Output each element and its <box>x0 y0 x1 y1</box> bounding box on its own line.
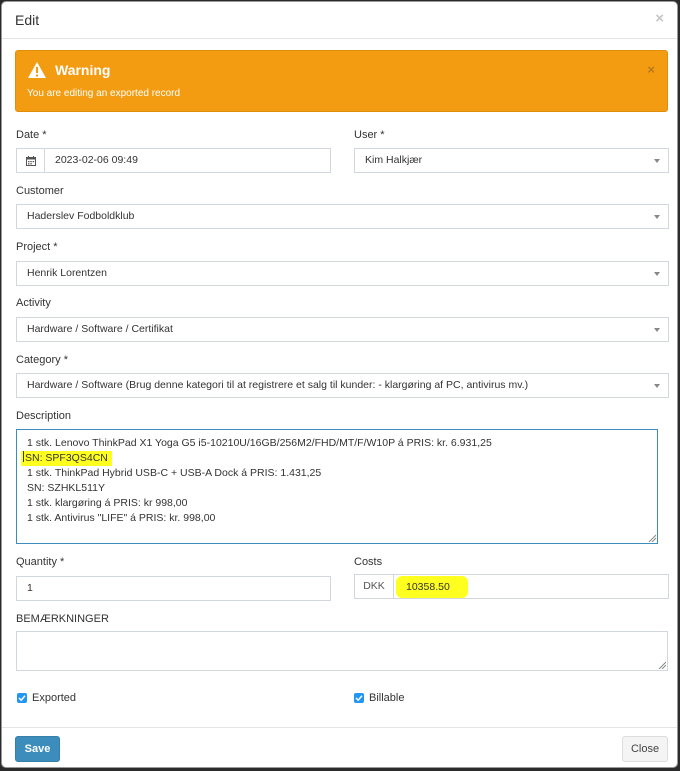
date-input[interactable]: 2023-02-06 09:49 <box>44 148 331 173</box>
description-line: 1 stk. Lenovo ThinkPad X1 Yoga G5 i5-102… <box>27 437 492 449</box>
customer-value: Haderslev Fodboldklub <box>27 210 135 222</box>
check-icon <box>355 695 363 702</box>
quantity-input[interactable]: 1 <box>16 576 331 601</box>
customer-label: Customer <box>16 185 64 197</box>
save-button[interactable]: Save <box>15 736 60 762</box>
warning-alert: Warning You are editing an exported reco… <box>15 50 668 112</box>
warning-icon <box>28 62 46 78</box>
remarks-label: BEMÆRKNINGER <box>16 613 109 625</box>
description-line: 1 stk. Antivirus "LIFE" á PRIS: kr. 998,… <box>27 512 216 524</box>
user-label: User * <box>354 129 385 141</box>
modal-header: Edit × <box>2 2 677 39</box>
activity-select[interactable]: Hardware / Software / Certifikat <box>16 317 669 342</box>
description-label: Description <box>16 410 72 422</box>
chevron-down-icon <box>654 384 660 388</box>
date-label: Date * <box>16 129 47 141</box>
billable-checkbox[interactable] <box>354 693 364 703</box>
project-label: Project * <box>16 241 58 253</box>
exported-label: Exported <box>32 692 77 704</box>
category-select[interactable]: Hardware / Software (Brug denne kategori… <box>16 373 669 398</box>
project-value: Henrik Lorentzen <box>27 267 107 279</box>
chevron-down-icon <box>654 215 660 219</box>
chevron-down-icon <box>654 159 660 163</box>
check-icon <box>18 695 26 702</box>
resize-handle-icon[interactable] <box>658 661 666 669</box>
exported-checkbox[interactable] <box>17 693 27 703</box>
description-textarea[interactable]: 1 stk. Lenovo ThinkPad X1 Yoga G5 i5-102… <box>16 429 658 544</box>
user-select[interactable]: Kim Halkjær <box>354 148 669 173</box>
chevron-down-icon <box>654 272 660 276</box>
category-label: Category * <box>16 354 68 366</box>
project-select[interactable]: Henrik Lorentzen <box>16 261 669 286</box>
close-icon[interactable]: × <box>655 10 664 27</box>
activity-value: Hardware / Software / Certifikat <box>27 323 173 335</box>
costs-value: 10358.50 <box>406 581 450 593</box>
description-line-highlighted: SN: SPF3QS4CN <box>21 451 112 466</box>
edit-modal: Edit × Warning You are editing an export… <box>1 1 678 768</box>
currency-addon: DKK <box>354 574 394 599</box>
chevron-down-icon <box>654 328 660 332</box>
customer-select[interactable]: Haderslev Fodboldklub <box>16 204 669 229</box>
category-value: Hardware / Software (Brug denne kategori… <box>27 379 529 391</box>
close-button[interactable]: Close <box>622 736 668 762</box>
resize-handle-icon[interactable] <box>648 534 656 542</box>
description-line: 1 stk. ThinkPad Hybrid USB-C + USB-A Doc… <box>27 467 322 479</box>
modal-footer <box>2 727 677 767</box>
date-addon[interactable] <box>16 148 45 173</box>
user-value: Kim Halkjær <box>365 154 423 166</box>
alert-title: Warning <box>55 62 111 78</box>
description-line: SN: SZHKL511Y <box>27 482 106 494</box>
text-caret <box>23 451 24 462</box>
quantity-label: Quantity * <box>16 556 65 568</box>
alert-text: You are editing an exported record <box>27 88 181 99</box>
description-line: 1 stk. klargøring á PRIS: kr 998,00 <box>27 497 188 509</box>
calendar-icon <box>26 156 36 166</box>
activity-label: Activity <box>16 297 51 309</box>
alert-close-icon[interactable]: × <box>647 62 655 77</box>
remarks-textarea[interactable] <box>16 631 668 671</box>
billable-label: Billable <box>369 692 405 704</box>
modal-title: Edit <box>15 12 40 28</box>
costs-label: Costs <box>354 556 383 568</box>
